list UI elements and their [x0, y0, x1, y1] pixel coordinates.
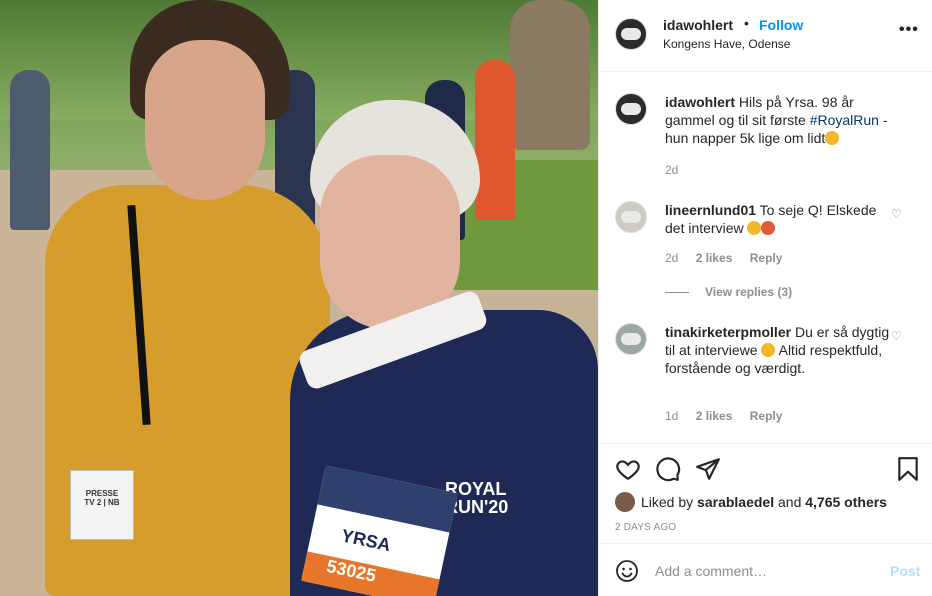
caption-hashtag[interactable]: #RoyalRun — [810, 112, 879, 128]
emoji-icon[interactable] — [615, 559, 639, 583]
commenter-avatar[interactable] — [615, 201, 647, 233]
caption-text: idawohlert Hils på Yrsa. 98 år gammel og… — [665, 93, 895, 147]
comment-time[interactable]: 1d — [665, 409, 678, 423]
more-options-icon[interactable]: ••• — [899, 21, 919, 39]
raised-hands-emoji-icon — [825, 131, 840, 145]
liker-username[interactable]: sarablaedel — [697, 494, 774, 510]
comment-reply-button[interactable]: Reply — [750, 251, 783, 265]
add-comment-bar: Post — [599, 543, 932, 596]
comment-likes[interactable]: 2 likes — [696, 251, 733, 265]
comment-like-heart-icon[interactable]: ♡ — [891, 207, 902, 221]
photo-face — [145, 40, 265, 200]
press-badge-line1: PRESSE — [85, 489, 119, 498]
post-side-panel: idawohlert • Follow Kongens Have, Odense… — [598, 0, 932, 596]
instagram-post-modal: PRESSE TV 2 | NB ROYAL RUN'20 YRSA 53025… — [0, 0, 932, 596]
race-bib-name: YRSA — [339, 525, 393, 556]
bookmark-icon[interactable] — [895, 456, 921, 482]
likes-summary: Liked by sarablaedel and 4,765 others — [615, 492, 887, 512]
comment-likes[interactable]: 2 likes — [696, 409, 733, 423]
post-date[interactable]: 2 DAYS AGO — [615, 522, 676, 533]
comment-username[interactable]: tinakirketerpmoller — [665, 324, 791, 340]
post-comment-button[interactable]: Post — [890, 563, 920, 579]
comment-reply-button[interactable]: Reply — [750, 409, 783, 423]
press-badge: PRESSE TV 2 | NB — [70, 470, 134, 540]
comments-list[interactable]: idawohlert Hils på Yrsa. 98 år gammel og… — [599, 73, 932, 443]
comment-meta: 2d 2 likes Reply — [665, 251, 782, 265]
comment-like-heart-icon[interactable]: ♡ — [891, 329, 902, 343]
separator-dot: • — [744, 15, 749, 31]
star-struck-emoji-icon — [761, 221, 776, 235]
liker-avatar[interactable] — [615, 492, 635, 512]
add-comment-input[interactable] — [655, 560, 875, 582]
clapping-hands-emoji-icon — [761, 343, 776, 357]
comment-time[interactable]: 2d — [665, 251, 678, 265]
caption-avatar[interactable] — [615, 93, 647, 125]
view-replies-line — [665, 292, 689, 294]
share-icon[interactable] — [695, 456, 721, 482]
caption-username[interactable]: idawohlert — [665, 94, 735, 110]
follow-button[interactable]: Follow — [759, 17, 803, 33]
post-actions: Liked by sarablaedel and 4,765 others 2 … — [599, 443, 932, 543]
commenter-avatar[interactable] — [615, 323, 647, 355]
comment-text: lineernlund01 To seje Q! Elskede det int… — [665, 201, 895, 237]
likes-others-link[interactable]: 4,765 others — [805, 494, 887, 510]
heart-icon[interactable] — [615, 456, 641, 482]
author-username[interactable]: idawohlert — [663, 17, 733, 33]
photo-crowd-person — [10, 70, 50, 230]
comment-username[interactable]: lineernlund01 — [665, 202, 756, 218]
raised-hands-emoji-icon — [747, 221, 762, 235]
comment-meta: 1d 2 likes Reply — [665, 409, 782, 423]
comment-icon[interactable] — [655, 456, 681, 482]
author-avatar[interactable] — [615, 18, 647, 50]
post-photo[interactable]: PRESSE TV 2 | NB ROYAL RUN'20 YRSA 53025 — [0, 0, 598, 596]
view-replies-label: View replies (3) — [705, 285, 793, 299]
post-header: idawohlert • Follow Kongens Have, Odense… — [599, 0, 932, 72]
view-replies-button[interactable]: View replies (3) — [665, 285, 792, 299]
likes-prefix: Liked by — [641, 494, 698, 510]
press-badge-line2: TV 2 | NB — [84, 498, 120, 507]
post-location[interactable]: Kongens Have, Odense — [663, 37, 790, 51]
comment-text: tinakirketerpmoller Du er så dygtig til … — [665, 323, 895, 377]
likes-and: and — [774, 494, 806, 510]
caption-time[interactable]: 2d — [665, 163, 678, 177]
